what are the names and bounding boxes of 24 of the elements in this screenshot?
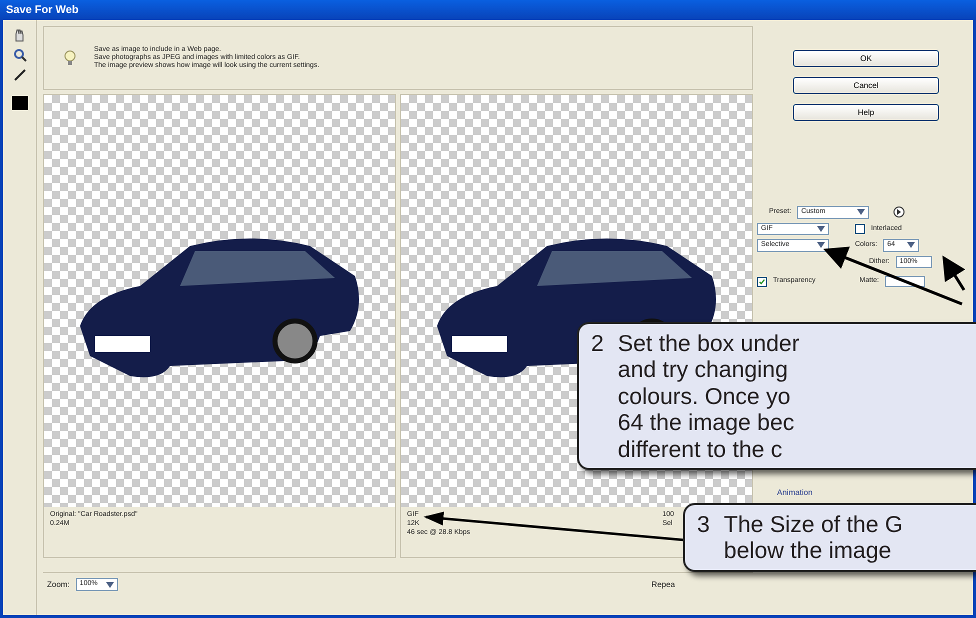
repeat-label: Repea — [651, 578, 675, 590]
lightbulb-icon — [64, 50, 76, 66]
callout-text: Set the box under and try changing colours. Once yo 64 the image bec different to the c — [618, 330, 800, 462]
caret-icon — [817, 242, 825, 248]
checkbox[interactable] — [757, 276, 767, 286]
animation-label: Animation — [776, 487, 813, 499]
dialog-button[interactable]: OK — [793, 50, 939, 67]
dialog-button[interactable]: Cancel — [793, 77, 939, 94]
caret-icon — [857, 209, 866, 216]
checkbox[interactable] — [855, 224, 865, 234]
zoom-label: Zoom: — [47, 578, 70, 590]
window-title: Save For Web — [0, 0, 976, 20]
menu-icon[interactable] — [893, 206, 906, 218]
caret-icon — [106, 582, 114, 588]
step-number: 2 — [591, 330, 604, 358]
color-swatch[interactable] — [12, 96, 28, 110]
dialog-button[interactable]: Help — [793, 104, 939, 121]
step-number: 3 — [697, 511, 710, 539]
caret-icon — [907, 242, 916, 248]
eyedropper-icon[interactable] — [12, 68, 26, 82]
hand-icon[interactable] — [12, 28, 26, 42]
caret-icon — [817, 226, 825, 232]
zoom-icon[interactable] — [12, 48, 26, 62]
callout-text: The Size of the G below the image — [724, 511, 903, 564]
